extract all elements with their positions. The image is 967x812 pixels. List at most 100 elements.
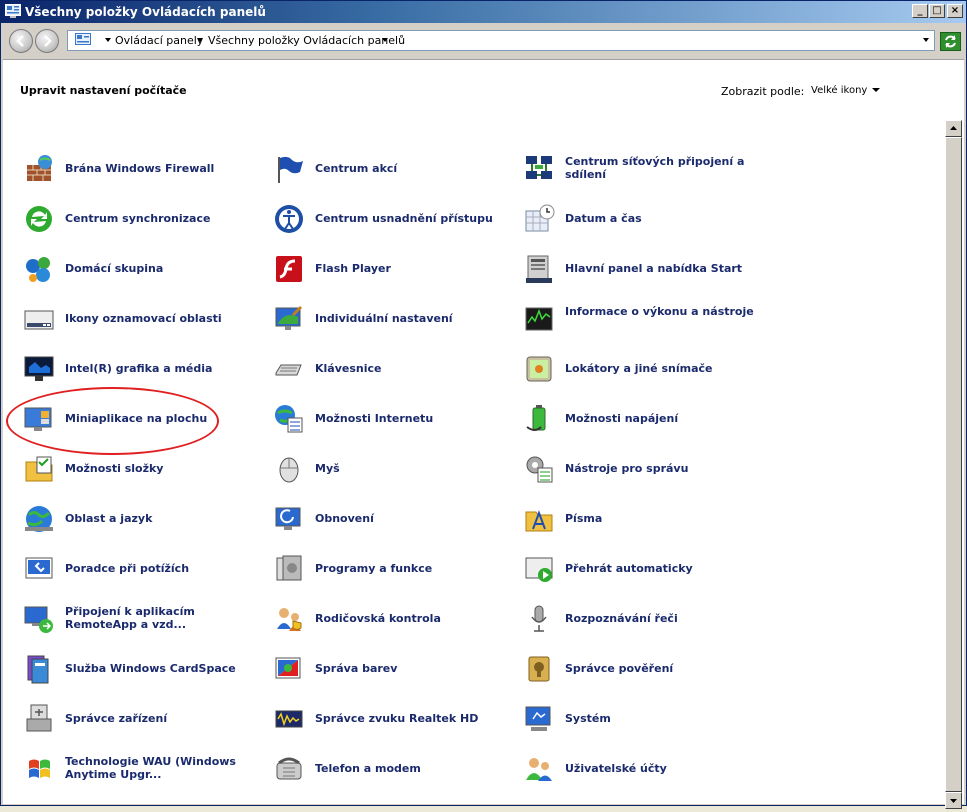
control-panel-item-firewall[interactable]: Brána Windows Firewall xyxy=(23,149,263,189)
windows-anytime-upgrade-icon xyxy=(29,759,50,778)
breadcrumb-item-control-panel[interactable]: Ovládací panely xyxy=(115,34,203,47)
control-panel-item-windows-anytime-upgrade[interactable]: Technologie WAU (Windows Anytime Upgr... xyxy=(23,749,263,789)
chevron-down-icon[interactable] xyxy=(872,88,880,92)
control-panel-item-ease-of-access[interactable]: Centrum usnadnění přístupu xyxy=(273,199,513,239)
control-panel-item-fonts[interactable]: Písma xyxy=(523,499,763,539)
control-panel-item-flash-player[interactable]: Flash Player xyxy=(273,249,513,289)
breadcrumb-separator-icon[interactable] xyxy=(105,38,111,42)
control-panel-item-device-manager[interactable]: Správce zařízení xyxy=(23,699,263,739)
refresh-icon xyxy=(945,35,956,48)
control-panel-item-speech-recognition[interactable]: Rozpoznávání řeči xyxy=(523,599,763,639)
control-panel-item-parental-controls[interactable]: Rodičovská kontrola xyxy=(273,599,513,639)
control-panel-item-programs-features[interactable]: Programy a funkce xyxy=(273,549,513,589)
item-label: Klávesnice xyxy=(315,362,382,375)
item-label: Písma xyxy=(565,512,603,525)
item-label: Flash Player xyxy=(315,262,391,275)
control-panel-item-color-management[interactable]: Správa barev xyxy=(273,649,513,689)
personalization-icon xyxy=(275,305,303,330)
title-bar[interactable]: Všechny položky Ovládacích panelů _ □ × xyxy=(1,1,966,23)
breadcrumb-separator-icon[interactable] xyxy=(197,38,203,42)
item-label: Správa barev xyxy=(315,662,398,675)
control-panel-item-internet-options[interactable]: Možnosti Internetu xyxy=(273,399,513,439)
forward-button[interactable] xyxy=(35,29,59,53)
control-panel-item-network-center[interactable]: Centrum síťových připojení a sdílení xyxy=(523,149,763,189)
control-panel-item-action-center-flag[interactable]: Centrum akcí xyxy=(273,149,513,189)
network-center-icon xyxy=(526,156,552,179)
maximize-icon: □ xyxy=(932,5,942,16)
item-label: Lokátory a jiné snímače xyxy=(565,362,713,375)
back-button[interactable] xyxy=(9,29,33,53)
breadcrumb-separator-icon[interactable] xyxy=(382,38,388,42)
item-label: Systém xyxy=(565,712,611,725)
control-panel-item-recovery[interactable]: Obnovení xyxy=(273,499,513,539)
mouse-icon xyxy=(279,457,299,483)
close-button[interactable]: × xyxy=(947,4,963,18)
scroll-up-button[interactable] xyxy=(945,120,962,137)
control-panel-item-sync-center[interactable]: Centrum synchronizace xyxy=(23,199,263,239)
item-label: Správce pověření xyxy=(565,662,674,675)
forward-arrow-icon xyxy=(44,35,52,47)
minimize-button[interactable]: _ xyxy=(912,4,928,18)
address-bar: Ovládací panely Všechny položky Ovládací… xyxy=(3,24,964,58)
item-label: Oblast a jazyk xyxy=(65,512,153,525)
power-options-icon xyxy=(526,405,546,431)
notification-icons-icon xyxy=(24,310,54,330)
scroll-up-arrow-icon xyxy=(950,126,957,130)
refresh-button[interactable] xyxy=(940,32,961,51)
control-panel-item-notification-icons[interactable]: Ikony oznamovací oblasti xyxy=(23,299,263,339)
view-by-label: Zobrazit podle: xyxy=(721,85,805,98)
control-panel-item-remoteapp[interactable]: Připojení k aplikacím RemoteApp a vzd... xyxy=(23,599,263,639)
view-by-dropdown[interactable]: Velké ikony xyxy=(811,85,867,96)
back-arrow-icon xyxy=(16,35,24,47)
item-label: Myš xyxy=(315,462,340,475)
location-sensors-icon xyxy=(526,356,552,382)
control-panel-item-personalization[interactable]: Individuální nastavení xyxy=(273,299,513,339)
control-panel-item-system[interactable]: Systém xyxy=(523,699,763,739)
item-label: Intel(R) grafika a média xyxy=(65,362,213,375)
control-panel-item-troubleshooting[interactable]: Poradce při potížích xyxy=(23,549,263,589)
control-panel-item-admin-tools[interactable]: Nástroje pro správu xyxy=(523,449,763,489)
control-panel-item-autoplay[interactable]: Přehrát automaticky xyxy=(523,549,763,589)
window-title: Všechny položky Ovládacích panelů xyxy=(25,5,266,19)
user-accounts-icon xyxy=(526,758,552,781)
minimize-icon: _ xyxy=(917,5,923,16)
control-panel-item-date-time[interactable]: Datum a čas xyxy=(523,199,763,239)
control-panel-item-taskbar-start[interactable]: Hlavní panel a nabídka Start xyxy=(523,249,763,289)
control-panel-icon xyxy=(75,33,91,45)
address-field[interactable]: Ovládací panely Všechny položky Ovládací… xyxy=(67,30,935,51)
maximize-button[interactable]: □ xyxy=(929,4,945,18)
red-highlight-ellipse xyxy=(6,387,219,455)
control-panel-item-phone-modem[interactable]: Telefon a modem xyxy=(273,749,513,789)
content-area: Upravit nastavení počítače Zobrazit podl… xyxy=(3,59,964,809)
date-time-icon xyxy=(525,204,555,232)
performance-icon xyxy=(525,307,553,331)
close-icon: × xyxy=(950,5,960,16)
item-label: Možnosti složky xyxy=(65,462,164,475)
scrollbar-thumb[interactable] xyxy=(945,137,962,792)
breadcrumb-item-all-items[interactable]: Všechny položky Ovládacích panelů xyxy=(208,34,405,47)
control-panel-item-cardspace[interactable]: Služba Windows CardSpace xyxy=(23,649,263,689)
admin-tools-icon xyxy=(526,456,553,483)
item-label: Telefon a modem xyxy=(315,762,421,775)
scroll-down-button[interactable] xyxy=(945,792,962,809)
control-panel-item-credential-manager[interactable]: Správce pověření xyxy=(523,649,763,689)
control-panel-item-user-accounts[interactable]: Uživatelské účty xyxy=(523,749,763,789)
control-panel-item-performance[interactable]: Informace o výkonu a nástroje xyxy=(523,299,763,339)
control-panel-item-folder-options[interactable]: Možnosti složky xyxy=(23,449,263,489)
recovery-icon xyxy=(275,507,301,530)
control-panel-item-intel-graphics[interactable]: Intel(R) grafika a média xyxy=(23,349,263,389)
control-panel-item-homegroup[interactable]: Domácí skupina xyxy=(23,249,263,289)
control-panel-item-realtek-audio[interactable]: Správce zvuku Realtek HD xyxy=(273,699,513,739)
control-panel-item-location-sensors[interactable]: Lokátory a jiné snímače xyxy=(523,349,763,389)
item-label: Brána Windows Firewall xyxy=(65,162,215,175)
control-panel-item-mouse[interactable]: Myš xyxy=(273,449,513,489)
cardspace-icon xyxy=(27,655,49,684)
item-label: Hlavní panel a nabídka Start xyxy=(565,262,743,275)
item-label: Centrum akcí xyxy=(315,162,398,175)
address-history-dropdown-icon[interactable] xyxy=(923,38,929,42)
control-panel-item-region-language[interactable]: Oblast a jazyk xyxy=(23,499,263,539)
fonts-icon xyxy=(525,510,553,532)
control-panel-item-keyboard[interactable]: Klávesnice xyxy=(273,349,513,389)
control-panel-item-power-options[interactable]: Možnosti napájení xyxy=(523,399,763,439)
vertical-scrollbar[interactable] xyxy=(945,120,962,809)
